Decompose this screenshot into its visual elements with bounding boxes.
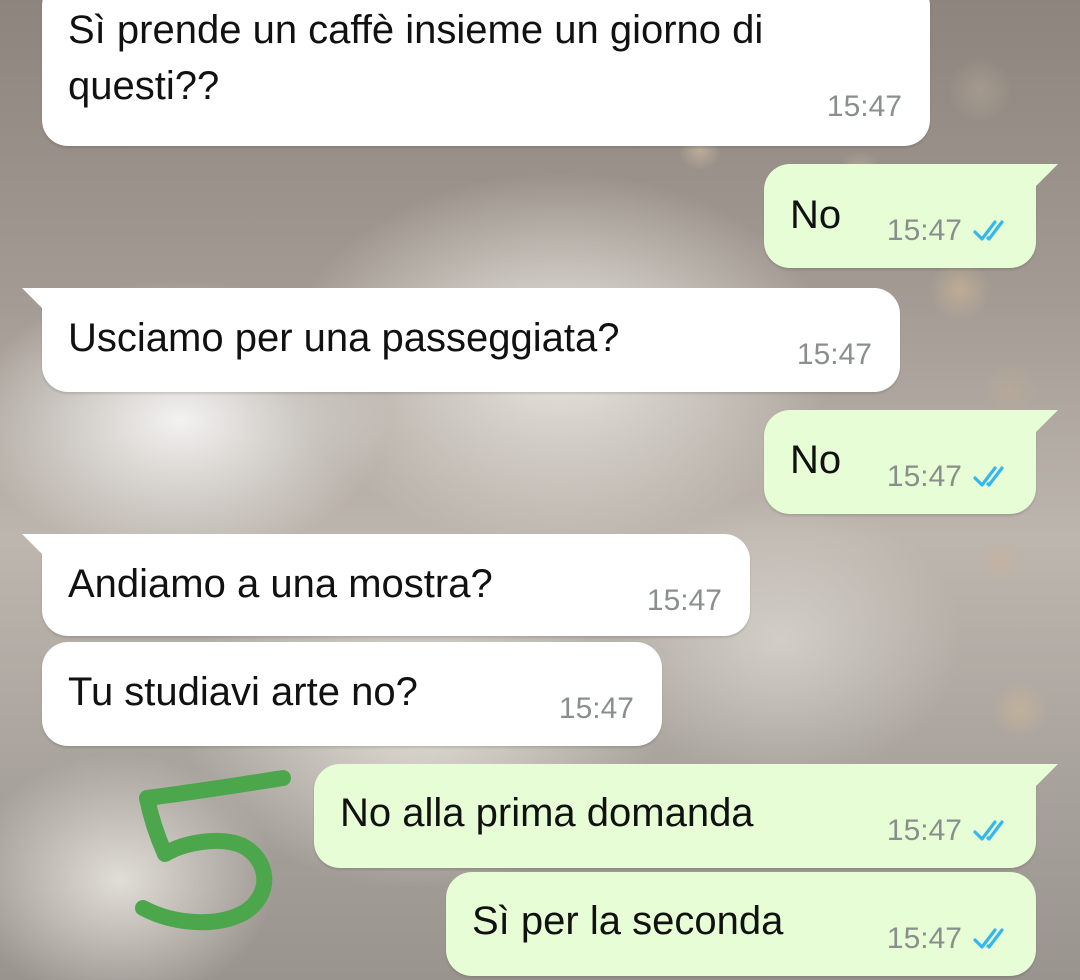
message-bubble-outgoing[interactable]: No 15:47 <box>764 164 1058 268</box>
annotation-stroke <box>135 770 291 931</box>
message-meta: 15:47 <box>887 922 1014 956</box>
message-text: No <box>790 438 842 482</box>
message-bubble-outgoing[interactable]: No alla prima domanda 15:47 <box>314 764 1058 868</box>
message-time: 15:47 <box>558 692 634 725</box>
message-time: 15:47 <box>886 922 962 955</box>
message-text: No <box>790 193 842 237</box>
message-bubble-outgoing[interactable]: Sì per la seconda 15:47 <box>446 872 1036 976</box>
message-text: Andiamo a una mostra? <box>68 562 493 606</box>
message-text: Usciamo per una passeggiata? <box>68 316 620 360</box>
message-meta: 15:47 <box>887 460 1014 494</box>
message-text: Tu studiavi arte no? <box>68 670 418 714</box>
message-bubble-incoming[interactable]: Tu studiavi arte no? 15:47 <box>42 642 662 746</box>
message-time: 15:47 <box>886 814 962 847</box>
message-text: Sì prende un caffè insieme un giorno di … <box>68 8 775 108</box>
message-meta: 15:47 <box>797 338 872 372</box>
message-time: 15:47 <box>886 214 962 247</box>
message-bubble-incoming[interactable]: Sì prende un caffè insieme un giorno di … <box>42 0 930 146</box>
message-time: 15:47 <box>826 90 902 123</box>
message-text: Sì per la seconda <box>472 899 784 943</box>
message-time: 15:47 <box>646 584 722 617</box>
message-bubble-incoming[interactable]: Andiamo a una mostra? 15:47 <box>22 534 750 636</box>
message-meta: 15:47 <box>827 90 902 124</box>
double-check-icon <box>973 220 1004 241</box>
message-bubble-incoming[interactable]: Usciamo per una passeggiata? 15:47 <box>22 288 900 392</box>
double-check-icon <box>973 820 1004 841</box>
double-check-icon <box>973 466 1004 487</box>
message-meta: 15:47 <box>887 214 1014 248</box>
message-text: No alla prima domanda <box>340 791 754 835</box>
message-time: 15:47 <box>796 338 872 371</box>
double-check-icon <box>973 928 1004 949</box>
message-meta: 15:47 <box>559 692 634 726</box>
message-meta: 15:47 <box>887 814 1014 848</box>
handwritten-number-annotation <box>135 770 291 931</box>
message-meta: 15:47 <box>647 584 722 618</box>
message-bubble-outgoing[interactable]: No 15:47 <box>764 410 1058 514</box>
message-time: 15:47 <box>886 460 962 493</box>
